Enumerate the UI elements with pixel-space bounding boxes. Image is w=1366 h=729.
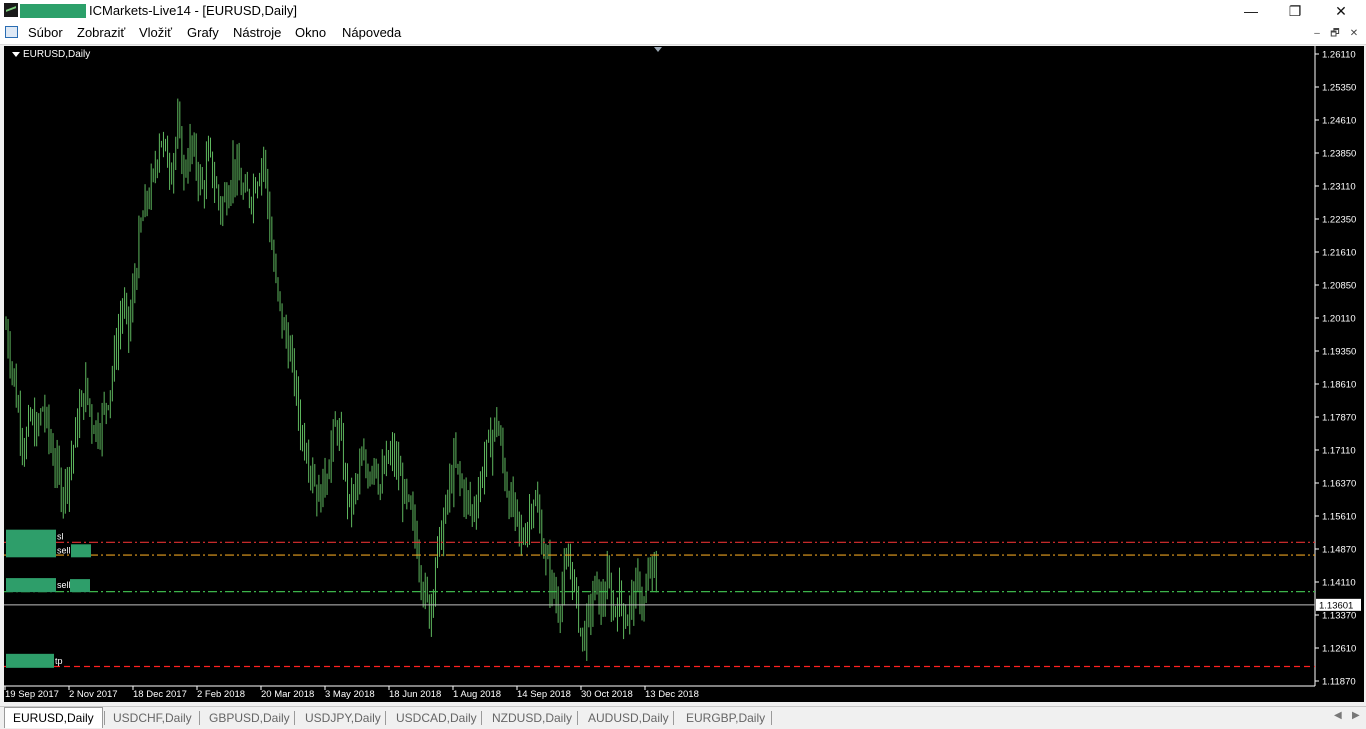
menu-window[interactable]: Okno (295, 25, 326, 40)
menu-insert[interactable]: Vložiť (139, 25, 172, 40)
level-label-box (6, 529, 56, 544)
price-tick-label: 1.23110 (1322, 182, 1356, 193)
tab-separator (577, 711, 578, 725)
price-tick-label: 1.16370 (1322, 479, 1356, 490)
level-label-box (71, 544, 91, 558)
price-tick-label: 1.13370 (1322, 611, 1356, 622)
menu-help[interactable]: Nápoveda (342, 25, 401, 40)
level-label-text: tp (55, 656, 63, 666)
price-tick-label: 1.26110 (1322, 50, 1356, 61)
chart-shift-marker-icon[interactable] (654, 47, 662, 52)
date-tick-label: 13 Dec 2018 (645, 689, 699, 700)
price-tick-label: 1.15610 (1322, 512, 1356, 523)
tab-gbpusd[interactable]: GBPUSD,Daily (201, 709, 298, 727)
date-tick-label: 18 Jun 2018 (389, 689, 441, 700)
price-tick-label: 1.21610 (1322, 248, 1356, 259)
tab-usdjpy[interactable]: USDJPY,Daily (297, 709, 389, 727)
price-chart[interactable]: 1.26110 1.25350 1.24610 1.23850 1.23110 1.223… (4, 46, 1364, 702)
level-label-box (6, 578, 56, 593)
price-tick-label: 1.14870 (1322, 545, 1356, 556)
price-tick-label: 1.23850 (1322, 149, 1356, 160)
date-tick-label: 2 Feb 2018 (197, 689, 245, 700)
tab-separator (481, 711, 482, 725)
mdi-close-button[interactable]: ✕ (1347, 27, 1361, 41)
date-tick-label: 3 May 2018 (325, 689, 375, 700)
date-tick-label: 20 Mar 2018 (261, 689, 314, 700)
tab-scroll-left-icon[interactable]: ◀ (1334, 710, 1342, 721)
current-price-label: 1.13601 (1319, 600, 1353, 611)
date-tick-label: 30 Oct 2018 (581, 689, 633, 700)
price-tick-label: 1.17870 (1322, 413, 1356, 424)
tab-scroll-right-icon[interactable]: ▶ (1352, 710, 1360, 721)
maximize-button[interactable]: ❐ (1272, 0, 1318, 22)
title-bar: ICMarkets-Live14 - [EURUSD,Daily] — ❐ ✕ (0, 0, 1366, 22)
level-label-text: sell (57, 545, 71, 555)
app-icon[interactable] (4, 3, 18, 17)
mdi-minimize-button[interactable]: – (1310, 27, 1324, 41)
minimize-button[interactable]: — (1228, 0, 1274, 22)
price-tick-label: 1.24610 (1322, 116, 1356, 127)
price-tick-label: 1.20110 (1322, 314, 1356, 325)
price-tick-label: 1.12610 (1322, 644, 1356, 655)
level-label-text: sl (57, 532, 64, 542)
tab-separator (385, 711, 386, 725)
mdi-restore-button[interactable]: 🗗 (1328, 27, 1342, 41)
level-label-text: sell (57, 580, 71, 590)
price-tick-label: 1.18610 (1322, 380, 1356, 391)
redacted-account-label (20, 4, 86, 18)
tab-eurgbp[interactable]: EURGBP,Daily (678, 709, 773, 727)
chart-window-icon[interactable] (5, 26, 18, 38)
tab-usdchf[interactable]: USDCHF,Daily (105, 709, 200, 727)
price-tick-label: 1.22350 (1322, 215, 1356, 226)
tab-eurusd[interactable]: EURUSD,Daily (4, 707, 103, 728)
tab-separator (771, 711, 772, 725)
chart-symbol-text: EURUSD,Daily (23, 49, 91, 60)
window-title: ICMarkets-Live14 - [EURUSD,Daily] (89, 3, 298, 18)
date-tick-label: 14 Sep 2018 (517, 689, 571, 700)
date-tick-label: 2 Nov 2017 (69, 689, 118, 700)
date-tick-label: 19 Sep 2017 (5, 689, 59, 700)
price-tick-label: 1.14110 (1322, 578, 1356, 589)
date-tick-label: 18 Dec 2017 (133, 689, 187, 700)
price-tick-label: 1.17110 (1322, 446, 1356, 457)
price-tick-label: 1.19350 (1322, 347, 1356, 358)
level-label-box (6, 543, 56, 558)
menu-tools[interactable]: Nástroje (233, 25, 281, 40)
tab-separator (199, 711, 200, 725)
level-label-box (6, 653, 54, 668)
menu-bar: Súbor Zobraziť Vložiť Grafy Nástroje Okn… (0, 22, 1366, 45)
date-tick-label: 1 Aug 2018 (453, 689, 501, 700)
tab-separator (294, 711, 295, 725)
dropdown-triangle-icon (12, 51, 20, 57)
tab-audusd[interactable]: AUDUSD,Daily (580, 709, 677, 727)
menu-charts[interactable]: Grafy (187, 25, 219, 40)
price-tick-label: 1.20850 (1322, 281, 1356, 292)
price-tick-label: 1.11870 (1322, 677, 1356, 688)
chart-canvas[interactable]: 1.26110 1.25350 1.24610 1.23850 1.23110 1.223… (4, 46, 1364, 702)
close-button[interactable]: ✕ (1318, 0, 1364, 22)
level-label-box (70, 579, 90, 593)
menu-view[interactable]: Zobraziť (77, 25, 125, 40)
price-tick-label: 1.25350 (1322, 83, 1356, 94)
chart-symbol-label[interactable]: EURUSD,Daily (12, 49, 90, 60)
tab-separator (673, 711, 674, 725)
chart-tabs-bar: EURUSD,Daily USDCHF,Daily GBPUSD,Daily U… (0, 706, 1366, 729)
tab-usdcad[interactable]: USDCAD,Daily (388, 709, 485, 727)
menu-file[interactable]: Súbor (28, 25, 63, 40)
tab-nzdusd[interactable]: NZDUSD,Daily (484, 709, 580, 727)
